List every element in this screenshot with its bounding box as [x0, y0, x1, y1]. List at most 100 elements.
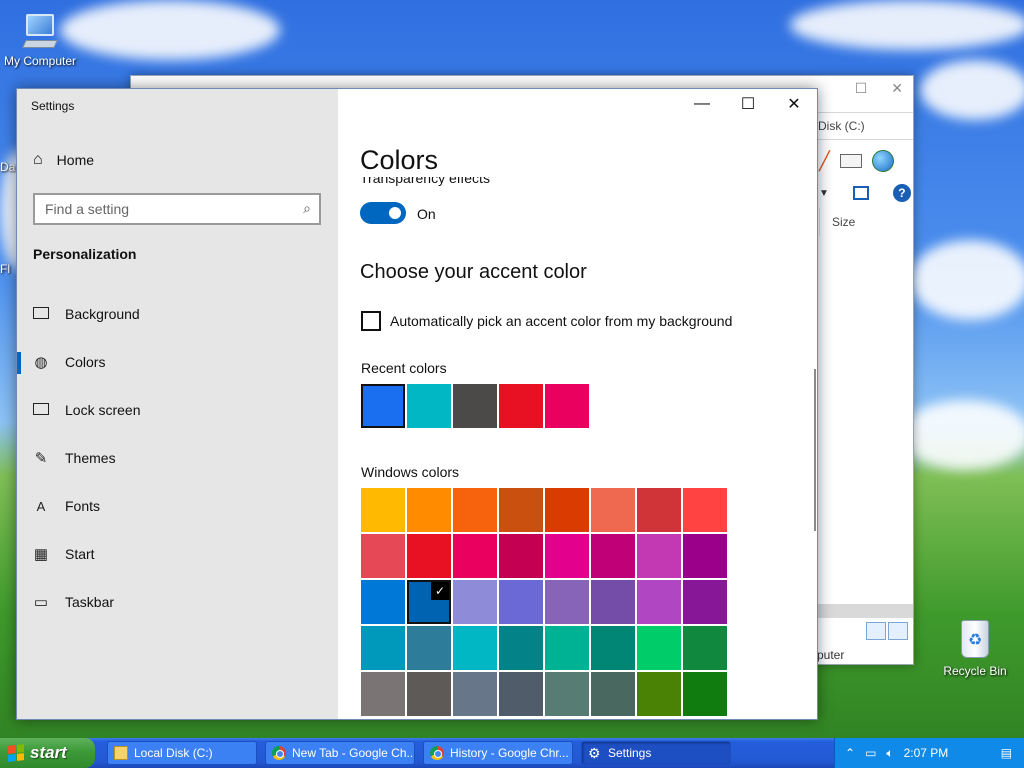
- clock[interactable]: 2:07 PM: [904, 746, 949, 760]
- help-icon[interactable]: ?: [892, 184, 911, 202]
- start-button[interactable]: start: [0, 738, 95, 768]
- taskbar-item-settings[interactable]: ⚙ Settings: [581, 741, 731, 765]
- recent-color-swatch[interactable]: [545, 384, 589, 428]
- windows-color-swatch[interactable]: [499, 534, 543, 578]
- cloud: [910, 240, 1024, 320]
- sidebar-item-label: Lock screen: [65, 402, 141, 418]
- accent-color-heading: Choose your accent color: [360, 261, 587, 283]
- explorer-maximize-button[interactable]: ☐: [855, 80, 868, 97]
- windows-color-swatch[interactable]: [499, 488, 543, 532]
- windows-color-swatch[interactable]: [499, 672, 543, 716]
- windows-color-swatch[interactable]: [499, 580, 543, 624]
- chevron-up-icon[interactable]: ⌃: [845, 746, 855, 760]
- computer-icon: [22, 12, 58, 52]
- content-scrollbar[interactable]: [814, 369, 816, 531]
- globe-icon[interactable]: [871, 150, 894, 172]
- explorer-column-header-size[interactable]: Size: [819, 208, 905, 236]
- panel-icon[interactable]: [852, 186, 869, 200]
- toggle-state-label: On: [417, 206, 436, 222]
- windows-color-swatch[interactable]: [545, 534, 589, 578]
- transparency-label: Transparency effects: [360, 177, 490, 186]
- transparency-toggle[interactable]: [360, 202, 406, 224]
- windows-color-swatch[interactable]: [407, 534, 451, 578]
- sidebar-item-start[interactable]: ▦ Start: [17, 534, 338, 574]
- auto-pick-checkbox[interactable]: [361, 311, 381, 331]
- windows-color-swatch[interactable]: [407, 626, 451, 670]
- recent-color-swatch[interactable]: [499, 384, 543, 428]
- recent-color-swatch[interactable]: [407, 384, 451, 428]
- windows-color-swatch[interactable]: [545, 580, 589, 624]
- windows-color-swatch[interactable]: [361, 534, 405, 578]
- recent-color-swatch[interactable]: [361, 384, 405, 428]
- sidebar-item-background[interactable]: Background: [17, 294, 338, 334]
- windows-color-swatch[interactable]: [683, 580, 727, 624]
- sidebar-item-label: Taskbar: [65, 594, 115, 610]
- windows-color-swatch[interactable]: [637, 626, 681, 670]
- edit-icon[interactable]: ╱: [819, 151, 830, 172]
- window-controls: — ☐ ✕: [679, 89, 817, 119]
- windows-color-swatch[interactable]: [361, 580, 405, 624]
- windows-color-swatch[interactable]: [453, 534, 497, 578]
- taskbar-item-history[interactable]: History - Google Chr...: [423, 741, 573, 765]
- windows-color-swatch[interactable]: [545, 672, 589, 716]
- windows-color-swatch[interactable]: [453, 626, 497, 670]
- taskbar-item-new-tab[interactable]: New Tab - Google Ch...: [265, 741, 415, 765]
- taskbar-item-local-disk[interactable]: Local Disk (C:): [107, 741, 257, 765]
- windows-color-swatch[interactable]: [591, 580, 635, 624]
- sidebar-item-fonts[interactable]: A Fonts: [17, 486, 338, 526]
- sidebar-item-themes[interactable]: ✎ Themes: [17, 438, 338, 478]
- start-icon: ▦: [33, 546, 49, 563]
- windows-color-swatch[interactable]: [453, 580, 497, 624]
- mail-icon[interactable]: [839, 154, 862, 168]
- windows-color-swatch[interactable]: [453, 488, 497, 532]
- explorer-close-button[interactable]: ✕: [891, 80, 903, 97]
- windows-color-swatch[interactable]: [591, 672, 635, 716]
- settings-window[interactable]: Settings ⌂ Home Find a setting ⌕ Persona…: [16, 88, 818, 720]
- minimize-button[interactable]: —: [679, 89, 725, 119]
- windows-color-swatch[interactable]: [453, 672, 497, 716]
- settings-content: — ☐ ✕ Colors Transparency effects On Cho…: [338, 89, 817, 719]
- windows-color-swatch[interactable]: [545, 626, 589, 670]
- maximize-button[interactable]: ☐: [725, 89, 771, 119]
- explorer-horizontal-scrollbar[interactable]: [817, 604, 913, 618]
- auto-pick-label[interactable]: Automatically pick an accent color from …: [390, 313, 732, 329]
- recent-colors-row: [361, 384, 589, 428]
- windows-color-swatch[interactable]: [683, 534, 727, 578]
- windows-color-swatch[interactable]: [591, 534, 635, 578]
- windows-color-swatch[interactable]: [407, 488, 451, 532]
- windows-color-swatch[interactable]: [361, 626, 405, 670]
- windows-color-swatch[interactable]: [683, 626, 727, 670]
- windows-color-swatch[interactable]: [361, 488, 405, 532]
- windows-color-swatch[interactable]: [683, 488, 727, 532]
- windows-color-swatch[interactable]: [499, 626, 543, 670]
- windows-color-swatch[interactable]: [407, 672, 451, 716]
- preview-view-icon[interactable]: [888, 622, 908, 640]
- home-link[interactable]: ⌂ Home: [33, 151, 94, 169]
- windows-color-swatch[interactable]: [591, 626, 635, 670]
- taskbar-item-label: Local Disk (C:): [134, 746, 213, 760]
- sidebar-item-colors[interactable]: ◍ Colors: [17, 342, 338, 382]
- windows-color-swatch[interactable]: [361, 672, 405, 716]
- notification-icon[interactable]: ▤: [1001, 746, 1012, 760]
- windows-color-swatch[interactable]: [545, 488, 589, 532]
- desktop-icon-recycle-bin[interactable]: ♻ Recycle Bin: [935, 614, 1015, 678]
- windows-color-swatch[interactable]: [591, 488, 635, 532]
- windows-color-swatch[interactable]: [637, 488, 681, 532]
- search-input[interactable]: Find a setting ⌕: [33, 193, 321, 225]
- dropdown-icon[interactable]: ▼: [819, 188, 829, 199]
- windows-color-swatch[interactable]: [637, 580, 681, 624]
- home-label: Home: [56, 152, 95, 168]
- sidebar-item-taskbar[interactable]: ▭ Taskbar: [17, 582, 338, 622]
- recent-color-swatch[interactable]: [453, 384, 497, 428]
- windows-color-swatch[interactable]: [683, 672, 727, 716]
- windows-color-swatch[interactable]: [637, 672, 681, 716]
- windows-color-swatch[interactable]: [637, 534, 681, 578]
- sidebar-item-lock-screen[interactable]: Lock screen: [17, 390, 338, 430]
- windows-color-swatch[interactable]: ✓: [407, 580, 451, 624]
- details-view-icon[interactable]: [866, 622, 886, 640]
- volume-icon[interactable]: 🔈︎: [886, 746, 893, 761]
- close-button[interactable]: ✕: [771, 89, 817, 119]
- desktop-icon-my-computer[interactable]: My Computer: [0, 12, 80, 68]
- network-icon[interactable]: ▭: [865, 746, 876, 760]
- explorer-address-bar[interactable]: Disk (C:): [817, 112, 913, 140]
